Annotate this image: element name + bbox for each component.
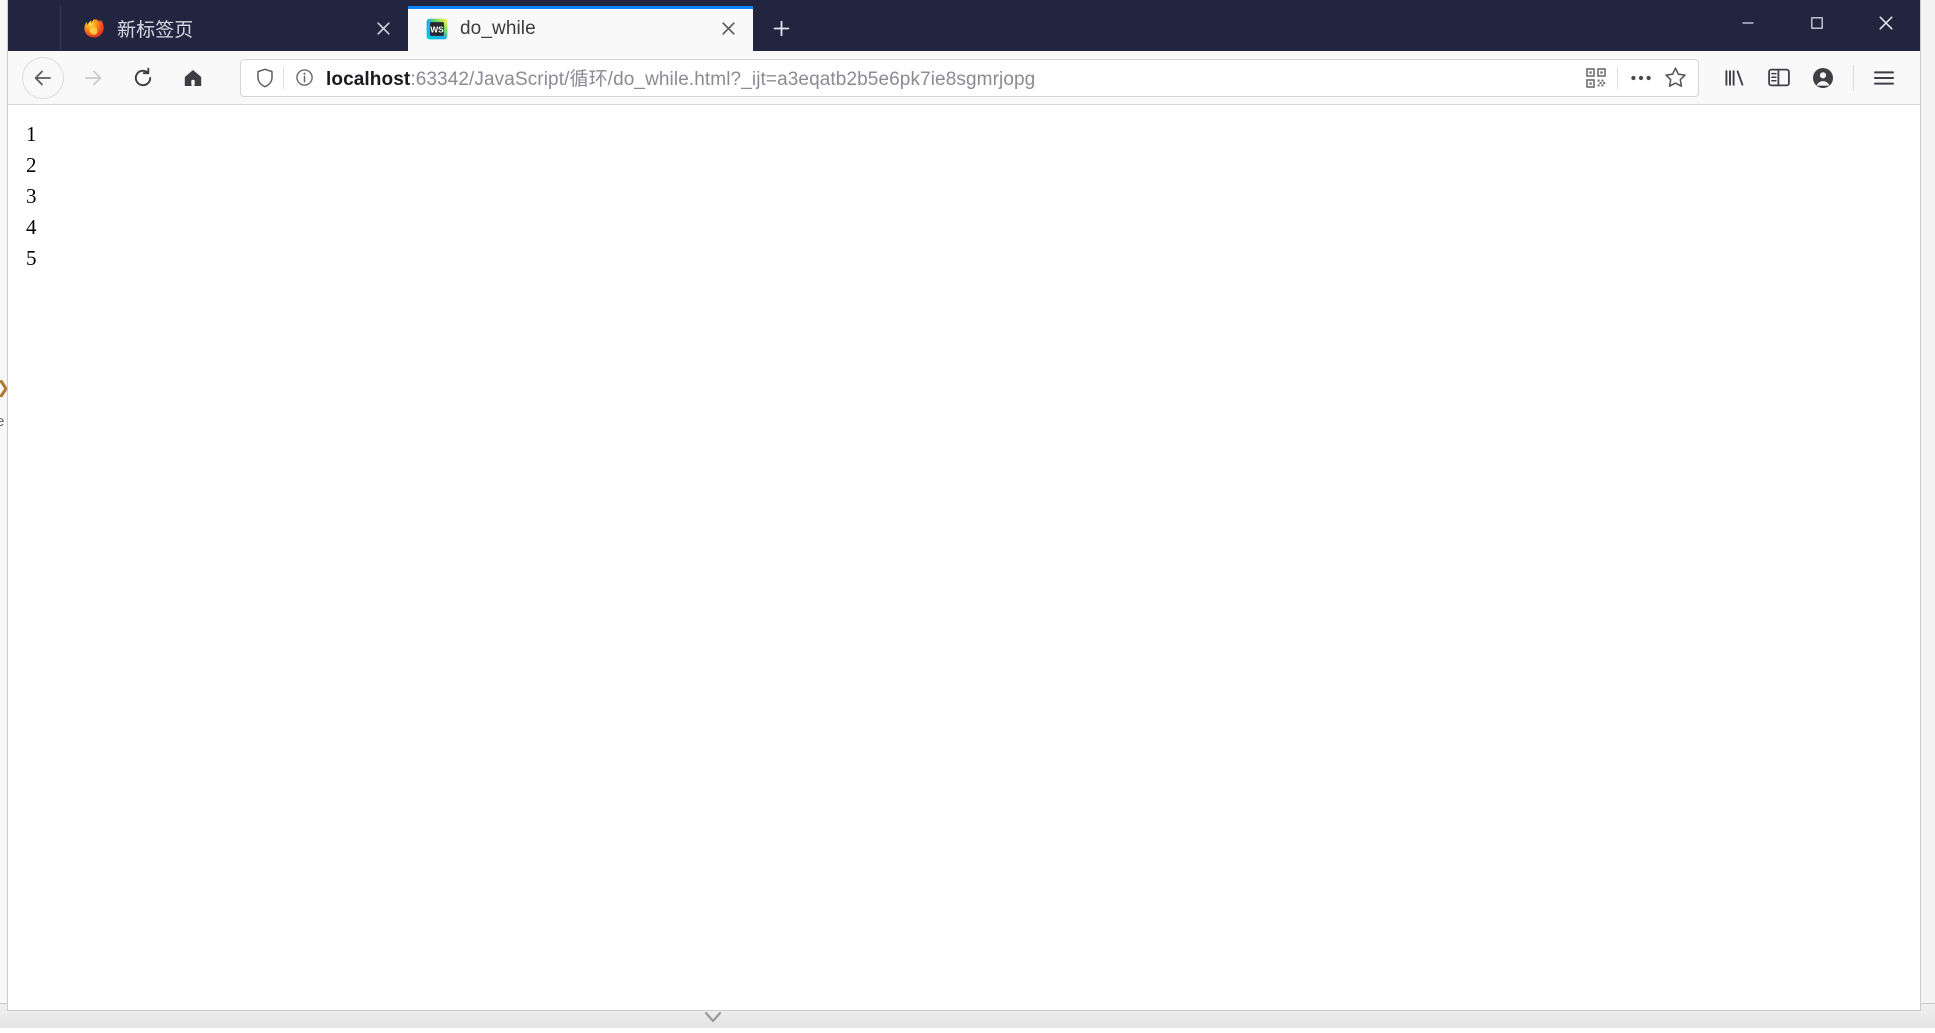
output-line: 4 [26,212,1920,243]
forward-icon [72,57,114,99]
hamburger-menu-icon[interactable] [1862,57,1906,99]
page-viewport: 1 2 3 4 5 [8,105,1920,1010]
window-controls [1713,0,1920,51]
url-divider [283,67,284,89]
output-line: 3 [26,181,1920,212]
new-tab-button[interactable] [763,10,799,46]
tab-strip: 新标签页 [8,0,1920,51]
shield-icon[interactable] [251,65,279,91]
firefox-icon [83,18,105,40]
url-bar-actions [1579,63,1692,93]
url-host: localhost [326,69,410,90]
library-icon[interactable] [1713,57,1757,99]
svg-text:WS: WS [430,24,444,34]
tab-do-while[interactable]: WS do_while [408,6,753,51]
maximize-button[interactable] [1782,0,1851,46]
url-divider [1617,67,1618,89]
output-line: 5 [26,243,1920,274]
output-line: 1 [26,119,1920,150]
toolbar-divider [1853,65,1854,91]
info-circle-icon[interactable] [290,65,318,91]
tab-title: do_while [460,18,713,40]
output-line: 2 [26,150,1920,181]
minimize-button[interactable] [1713,0,1782,46]
sidebar-icon[interactable] [1757,57,1801,99]
account-avatar-icon[interactable] [1801,57,1845,99]
qr-code-icon[interactable] [1579,63,1613,93]
navigation-toolbar: localhost:63342/JavaScript/循环/do_while.h… [8,51,1920,105]
close-icon[interactable] [368,14,398,44]
browser-window: 新标签页 [8,0,1920,1010]
ellipsis-icon[interactable] [1624,63,1658,93]
reload-icon[interactable] [122,57,164,99]
back-icon[interactable] [22,57,64,99]
star-icon[interactable] [1658,63,1692,93]
close-button[interactable] [1851,0,1920,46]
url-path: :63342/JavaScript/循环/do_while.html?_ijt=… [410,69,1035,90]
webstorm-icon: WS [426,18,448,40]
home-icon[interactable] [172,57,214,99]
page-content: 1 2 3 4 5 [8,105,1920,274]
tab-title: 新标签页 [117,15,368,42]
close-icon[interactable] [713,14,743,44]
background-fragment: e [0,413,4,430]
browser-toolbar-actions [1713,57,1906,99]
url-text[interactable]: localhost:63342/JavaScript/循环/do_while.h… [318,64,1579,91]
url-bar[interactable]: localhost:63342/JavaScript/循环/do_while.h… [240,59,1699,97]
tab-new-tab-page[interactable]: 新标签页 [60,6,408,51]
